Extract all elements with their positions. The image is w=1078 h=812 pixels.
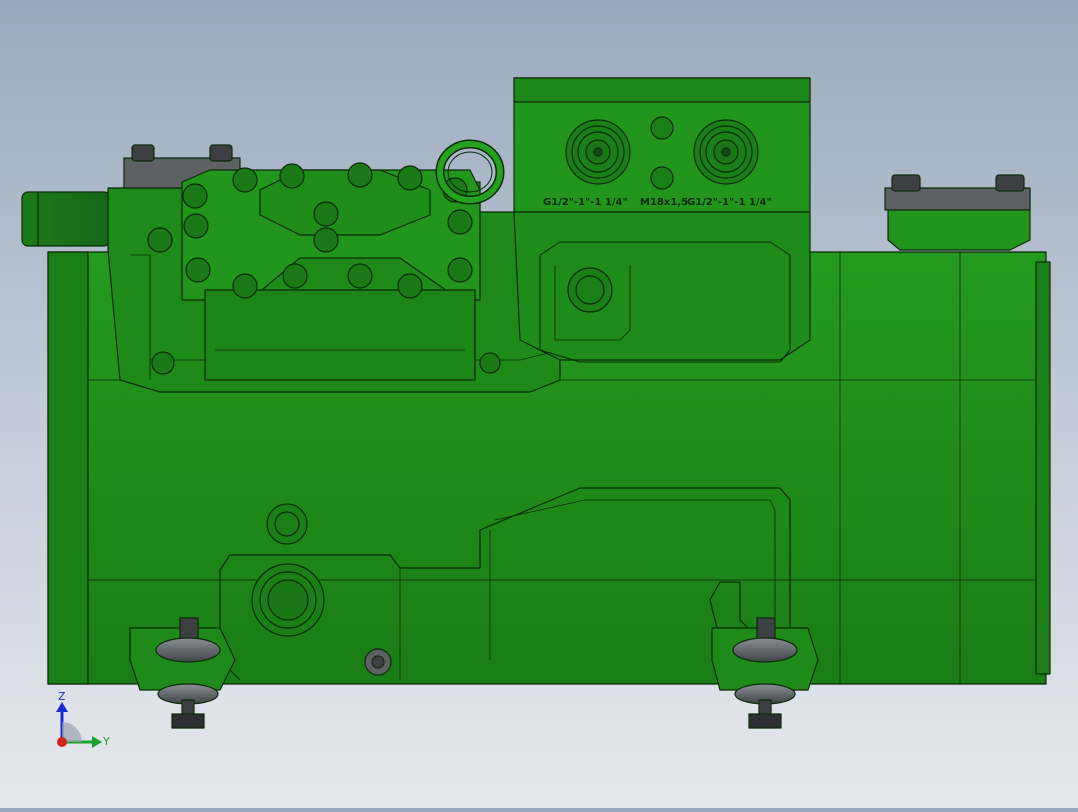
side-plug: [567, 267, 613, 313]
gauge-port-bottom: [650, 166, 674, 190]
oil-plug: [266, 503, 308, 545]
service-port-right: [693, 119, 759, 185]
y-axis-label: Y: [102, 735, 110, 748]
port-label-middle: M18x1,5: [640, 197, 688, 208]
left-end-cap: [47, 251, 89, 685]
port-label-right: G1/2"-1"-1 1/4": [687, 197, 772, 208]
z-axis-label: Z: [58, 690, 66, 703]
gauge-port-top: [650, 116, 674, 140]
right-end-cover: [1035, 261, 1051, 675]
port-label-left: G1/2"-1"-1 1/4": [543, 197, 628, 208]
service-port-left: [565, 119, 631, 185]
left-fitting: [21, 191, 111, 247]
cad-viewport[interactable]: G1/2"-1"-1 1/4" M18x1,5 G1/2"-1"-1 1/4" …: [0, 0, 1078, 808]
axis-triad: Z Y: [56, 690, 110, 748]
compressor-model[interactable]: G1/2"-1"-1 1/4" M18x1,5 G1/2"-1"-1 1/4" …: [0, 0, 1078, 808]
